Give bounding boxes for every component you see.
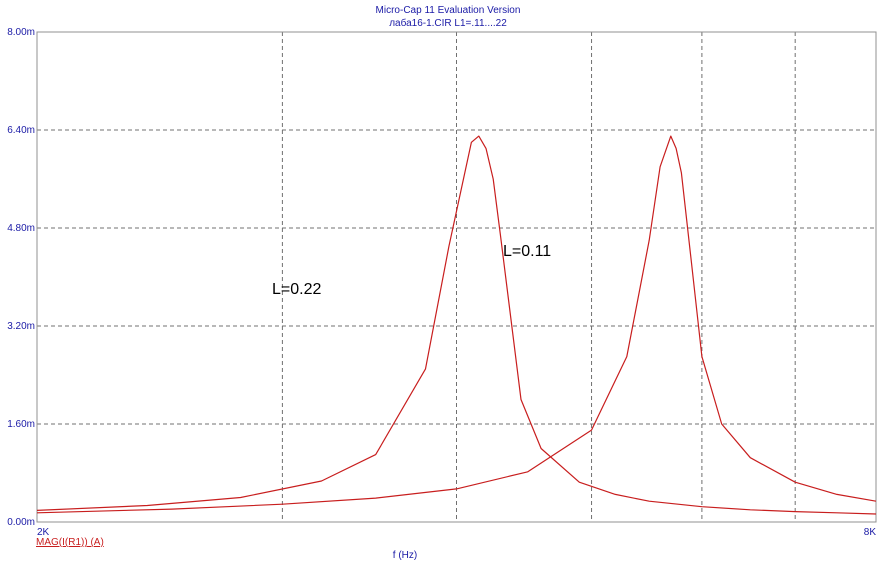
y-tick-label: 3.20m	[7, 321, 35, 332]
series-lines	[36, 135, 877, 515]
y-tick-label: 0.00m	[7, 517, 35, 528]
grid	[37, 32, 876, 522]
y-tick-label: 8.00m	[7, 27, 35, 38]
x-tick-label: 8K	[864, 527, 877, 538]
series-annotation-l011: L=0.11	[503, 243, 552, 260]
legend-entry: MAG(I(R1)) (A)	[36, 537, 104, 548]
series-annotation-l022: L=0.22	[272, 281, 322, 298]
y-tick-label: 6.40m	[7, 125, 35, 136]
x-axis-label: f (Hz)	[392, 550, 418, 561]
series-line-1	[36, 135, 877, 514]
y-tick-label: 4.80m	[7, 223, 35, 234]
plot-area: 0.00m1.60m3.20m4.80m6.40m8.00m2K 8K	[7, 27, 877, 538]
y-tick-label: 1.60m	[7, 419, 35, 430]
